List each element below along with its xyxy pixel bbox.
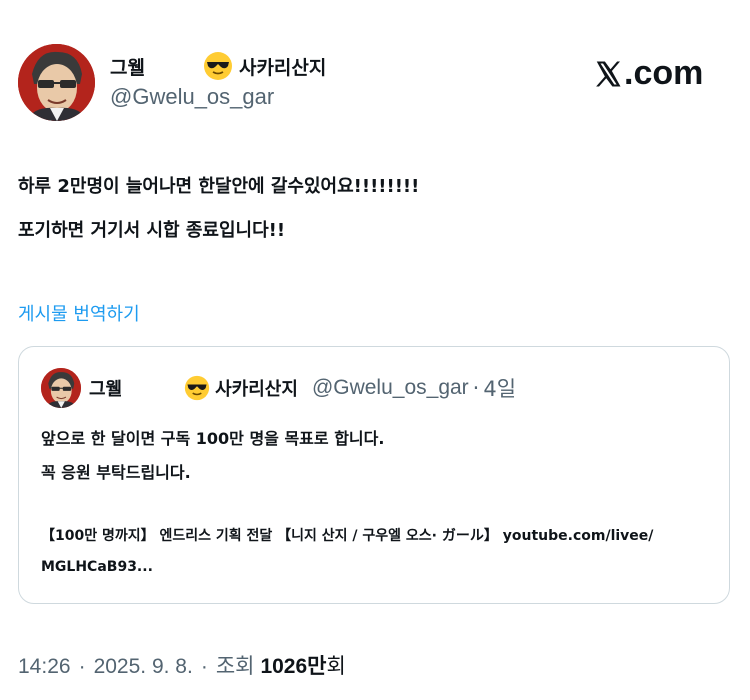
- quoted-author-avatar[interactable]: [41, 368, 81, 408]
- quoted-text-line-1: 앞으로 한 달이면 구독 100만 명을 목표로 합니다.: [41, 429, 385, 448]
- quoted-tweet-card[interactable]: 그웰 사카리산지 @Gwelu_os_gar · 4일 앞으로 한 달이면 구독…: [18, 346, 730, 604]
- quoted-author-badge-text: 사카리산지: [215, 379, 298, 400]
- quoted-text-line-2: 꼭 응원 부탁드립니다.: [41, 463, 191, 482]
- views-count[interactable]: 1026만: [260, 650, 326, 680]
- quoted-timestamp: 4일: [483, 377, 517, 401]
- post-text-line-2: 포기하면 거기서 시합 종료입니다!!: [18, 220, 286, 241]
- author-name: 그웰: [110, 56, 145, 79]
- quoted-author-name: 그웰: [89, 379, 123, 400]
- author-handle[interactable]: @Gwelu_os_gar: [110, 84, 274, 110]
- quoted-author-handle: @Gwelu_os_gar: [311, 376, 469, 399]
- post-time[interactable]: 14:26: [18, 655, 71, 679]
- author-name-row[interactable]: 그웰 사카리산지: [110, 50, 326, 82]
- views-label: 조회: [215, 655, 255, 678]
- post-date[interactable]: 2025. 9. 8.: [94, 655, 193, 679]
- post-meta: 14:26 · 2025. 9. 8. · 조회 1026만 회: [18, 650, 346, 680]
- sunglasses-emoji-icon: [184, 375, 210, 401]
- sunglasses-emoji-icon: [203, 52, 232, 80]
- character-avatar-icon: [18, 44, 95, 121]
- author-avatar[interactable]: [18, 44, 95, 121]
- translate-post-link[interactable]: 게시물 번역하기: [18, 300, 140, 326]
- post-text-line-1: 하루 2만명이 늘어나면 한달안에 갈수있어요!!!!!!!!: [18, 176, 420, 197]
- author-badge-text: 사카리산지: [238, 56, 327, 79]
- character-avatar-icon: [41, 368, 81, 408]
- x-com-logo: .com: [593, 54, 703, 93]
- quoted-separator: ·: [472, 376, 480, 400]
- quoted-header: 그웰 사카리산지 @Gwelu_os_gar · 4일: [89, 373, 516, 403]
- x-logo-icon: [596, 61, 621, 86]
- quoted-link-line-1[interactable]: 【100만 명까지】 엔드리스 기획 전달 【니지 산지 / 구우엘 오스· ガ…: [41, 525, 653, 545]
- meta-separator: ·: [200, 655, 208, 678]
- quoted-link-line-2[interactable]: MGLHCaB93...: [41, 559, 153, 575]
- views-suffix: 회: [326, 655, 346, 678]
- meta-separator: ·: [78, 655, 86, 678]
- tweet-page: 그웰 사카리산지 @Gwelu_os_gar .com 하루 2만명이 늘어나면…: [0, 0, 750, 700]
- brand-text: .com: [624, 54, 704, 92]
